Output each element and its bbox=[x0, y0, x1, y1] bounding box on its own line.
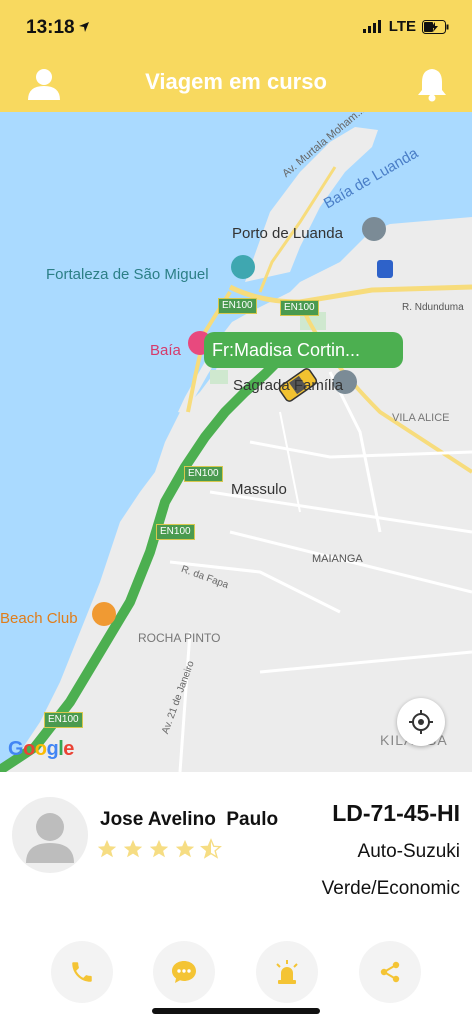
network-label: LTE bbox=[388, 18, 416, 35]
map-label-district: VILA ALICE bbox=[392, 412, 450, 424]
route-shield: EN100 bbox=[184, 466, 223, 482]
route-shield: EN100 bbox=[280, 300, 319, 316]
map-label-street: R. Ndunduma bbox=[402, 302, 464, 313]
map-label-place: Sagrada Família bbox=[233, 377, 344, 394]
alarm-icon bbox=[276, 960, 298, 984]
bell-icon bbox=[418, 69, 446, 102]
vehicle-plate: LD-71-45-HI bbox=[332, 800, 460, 826]
map-canvas bbox=[0, 112, 472, 772]
share-icon bbox=[380, 961, 400, 983]
home-indicator bbox=[152, 1008, 320, 1014]
my-location-button[interactable] bbox=[397, 698, 445, 746]
vehicle-model: Auto-Suzuki bbox=[357, 841, 460, 862]
star-half-icon bbox=[200, 838, 222, 859]
crosshair-icon bbox=[409, 710, 433, 734]
share-trip-button[interactable] bbox=[359, 941, 421, 1003]
map-label-place: Massulo bbox=[231, 481, 287, 498]
map-label-place: Beach Club bbox=[0, 610, 78, 627]
google-logo: Google bbox=[8, 738, 74, 760]
signal-icon bbox=[362, 20, 381, 33]
status-time: 13:18 bbox=[26, 17, 75, 38]
message-driver-button[interactable] bbox=[153, 941, 215, 1003]
emergency-alert-button[interactable] bbox=[256, 941, 318, 1003]
origin-marker-label[interactable]: Fr:Madisa Cortin... bbox=[204, 332, 403, 368]
page-title: Viagem em curso bbox=[145, 69, 327, 94]
star-icon bbox=[149, 839, 169, 858]
map-label-district: MAIANGA bbox=[312, 553, 363, 565]
driver-avatar bbox=[12, 797, 88, 873]
notifications-button[interactable] bbox=[416, 66, 448, 102]
location-arrow-icon bbox=[79, 22, 89, 32]
map-view[interactable]: Av. Murtala Moham... Baía de Luanda Port… bbox=[0, 112, 472, 772]
driver-rating bbox=[96, 838, 222, 860]
route-shield: EN100 bbox=[218, 298, 257, 314]
call-driver-button[interactable] bbox=[51, 941, 113, 1003]
map-label-place: Fortaleza de São Miguel bbox=[46, 266, 209, 283]
battery-charging-icon bbox=[422, 19, 449, 34]
driver-name: Jose Avelino Paulo bbox=[100, 809, 279, 830]
user-placeholder-icon bbox=[26, 813, 74, 863]
status-right: LTE bbox=[362, 18, 450, 35]
map-label-place: Porto de Luanda bbox=[232, 225, 343, 242]
map-label-district: ROCHA PINTO bbox=[138, 631, 221, 645]
chat-icon bbox=[172, 961, 196, 983]
status-bar: 13:18 LTE bbox=[0, 0, 472, 58]
star-icon bbox=[123, 839, 143, 858]
phone-icon bbox=[72, 962, 92, 982]
vehicle-color-category: Verde/Economic bbox=[321, 878, 460, 899]
map-label-place: Baía bbox=[150, 342, 181, 359]
app-header: Viagem em curso bbox=[0, 58, 472, 112]
star-icon bbox=[175, 839, 195, 858]
route-shield: EN100 bbox=[44, 712, 83, 728]
route-shield: EN100 bbox=[156, 524, 195, 540]
star-icon bbox=[97, 839, 117, 858]
